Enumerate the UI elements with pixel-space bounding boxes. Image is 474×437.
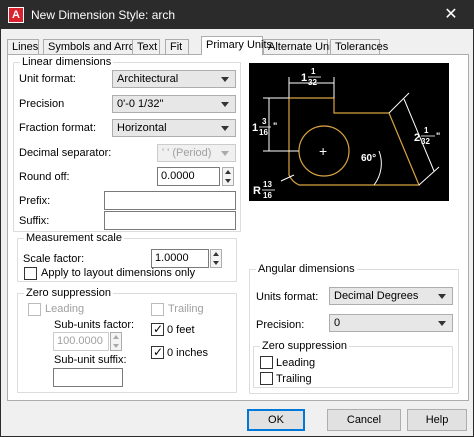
sub-units-factor-spinner[interactable] (110, 332, 122, 351)
fraction-format-label: Fraction format: (19, 122, 97, 134)
chevron-down-icon (221, 151, 229, 156)
right-dim-inch: " (436, 131, 440, 141)
round-off-label: Round off: (19, 171, 70, 183)
leading-checkbox[interactable] (28, 303, 41, 316)
angular-dimensions-label: Angular dimensions (256, 263, 357, 275)
radius-den: 16 (263, 191, 272, 200)
feet-label: 0 feet (167, 324, 195, 336)
linear-dimensions-label: Linear dimensions (20, 56, 114, 68)
angular-trailing-checkbox[interactable] (260, 372, 273, 385)
angle-text: 60° (361, 153, 376, 164)
chevron-down-icon (221, 77, 229, 82)
right-dim-num: 1 (424, 126, 429, 135)
zero-suppression-label: Zero suppression (24, 287, 113, 299)
measurement-scale-label: Measurement scale (24, 232, 124, 244)
autocad-logo-icon (8, 7, 24, 23)
angular-zero-suppression-label: Zero suppression (260, 340, 349, 352)
help-button[interactable]: Help (407, 409, 467, 431)
decimal-separator-label: Decimal separator: (19, 147, 112, 159)
top-dim-num: 1 (311, 67, 316, 76)
chevron-down-icon (221, 102, 229, 107)
chevron-down-icon (221, 126, 229, 131)
sub-units-factor-input[interactable]: 100.0000 (53, 332, 109, 351)
angular-units-format-dropdown[interactable]: Decimal Degrees (329, 287, 453, 305)
left-dim-whole: 1 (252, 122, 258, 134)
angular-precision-value: 0 (334, 317, 341, 329)
spin-up-icon (113, 335, 119, 339)
radius-prefix: R (253, 185, 261, 197)
precision-label: Precision (19, 98, 65, 110)
angular-units-format-label: Units format: (256, 291, 319, 303)
inches-checkbox[interactable] (151, 345, 164, 359)
unit-format-dropdown[interactable]: Architectural (112, 70, 236, 88)
spin-down-icon (213, 261, 219, 265)
top-dim-den: 32 (308, 78, 317, 87)
decimal-separator-dropdown[interactable]: ' ' (Period) (157, 144, 236, 162)
close-button[interactable]: ✕ (429, 1, 473, 29)
trailing-label: Trailing (168, 303, 204, 315)
preview-drawing: + 1 1 32 1 3 16 " 2 1 32 " 60° R 13 16 (252, 67, 440, 200)
suffix-label: Suffix: (19, 215, 50, 227)
right-ext-bottom (418, 166, 440, 186)
cancel-button[interactable]: Cancel (327, 409, 401, 431)
dimension-preview: + 1 1 32 1 3 16 " 2 1 32 " 60° R 13 16 (249, 63, 449, 201)
fraction-format-value: Horizontal (117, 122, 167, 134)
tab-lines[interactable]: Lines (7, 39, 39, 54)
tab-symbols-and-arrows[interactable]: Symbols and Arrows (43, 39, 148, 54)
suffix-input[interactable] (104, 211, 236, 230)
tab-fit[interactable]: Fit (165, 39, 189, 54)
unit-format-label: Unit format: (19, 73, 76, 85)
feet-checkbox[interactable] (151, 322, 164, 336)
fraction-format-dropdown[interactable]: Horizontal (112, 119, 236, 137)
top-dim-whole: 1 (301, 72, 307, 84)
decimal-separator-value: ' ' (Period) (162, 147, 212, 159)
right-dim-whole: 2 (414, 132, 420, 144)
tab-primary-units[interactable]: Primary Units (201, 36, 272, 55)
angular-leading-label: Leading (276, 357, 316, 369)
tab-tolerances[interactable]: Tolerances (330, 39, 388, 54)
precision-dropdown[interactable]: 0'-0 1/32" (112, 95, 236, 113)
right-dim-den: 32 (421, 137, 430, 146)
spin-down-icon (113, 344, 119, 348)
spin-up-icon (225, 170, 231, 174)
ok-button[interactable]: OK (247, 409, 305, 431)
scale-factor-label: Scale factor: (23, 253, 85, 265)
unit-format-value: Architectural (117, 73, 179, 85)
dimension-style-dialog: New Dimension Style: arch ✕ Lines Symbol… (0, 0, 474, 437)
apply-layout-checkbox[interactable] (24, 267, 37, 280)
chevron-down-icon (438, 294, 446, 299)
left-dim-num: 3 (262, 117, 267, 126)
spin-down-icon (225, 179, 231, 183)
round-off-input[interactable]: 0.0000 (157, 167, 220, 186)
angular-precision-dropdown[interactable]: 0 (329, 314, 453, 332)
left-dim-den: 16 (259, 128, 268, 137)
scale-factor-input[interactable]: 1.0000 (151, 249, 209, 268)
title-bar: New Dimension Style: arch ✕ (1, 1, 473, 29)
leading-label: Leading (45, 303, 85, 315)
sub-units-factor-label: Sub-units factor: (54, 319, 135, 331)
prefix-input[interactable] (104, 191, 236, 210)
part-outline (288, 97, 420, 186)
inches-label: 0 inches (167, 347, 208, 359)
window-title: New Dimension Style: arch (31, 8, 176, 22)
prefix-label: Prefix: (19, 195, 51, 207)
spin-up-icon (213, 252, 219, 256)
scale-factor-spinner[interactable] (210, 249, 222, 268)
sub-unit-suffix-input[interactable] (53, 368, 123, 387)
center-mark: + (319, 143, 327, 159)
tab-alternate-units[interactable]: Alternate Units (263, 39, 340, 54)
round-off-spinner[interactable] (222, 167, 234, 186)
precision-value: 0'-0 1/32" (117, 98, 164, 110)
radius-num: 13 (263, 180, 272, 189)
tab-text[interactable]: Text (132, 39, 160, 54)
chevron-down-icon (438, 321, 446, 326)
angular-leading-checkbox[interactable] (260, 356, 273, 369)
apply-layout-label: Apply to layout dimensions only (41, 267, 196, 279)
angular-units-format-value: Decimal Degrees (334, 290, 419, 302)
angular-precision-label: Precision: (256, 319, 305, 331)
left-dim-inch: " (273, 121, 277, 131)
sub-unit-suffix-label: Sub-unit suffix: (54, 354, 127, 366)
angular-trailing-label: Trailing (276, 373, 312, 385)
trailing-checkbox[interactable] (151, 303, 164, 316)
